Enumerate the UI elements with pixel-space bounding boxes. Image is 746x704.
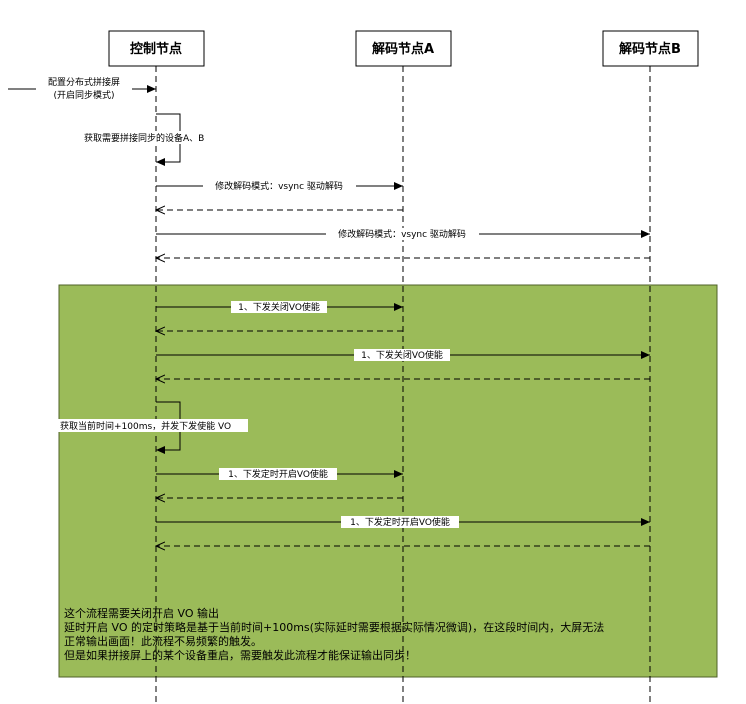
participant-decoder-b-label: 解码节点B bbox=[618, 41, 681, 57]
fragment-note: 这个流程需要关闭开启 VO 输出 延时开启 VO 的定时策略是基于当前时间+10… bbox=[64, 607, 714, 663]
sequence-diagram: 控制节点 解码节点A 解码节点B 配置分布式拼接屏 (开启同步模式) 获取需要拼… bbox=[0, 0, 746, 704]
msg-disable-vo-b-label: 1、下发关闭VO使能 bbox=[361, 349, 443, 361]
msg-modify-decode-a-label: 修改解码模式：vsync 驱动解码 bbox=[215, 180, 343, 192]
participant-decoder-a-label: 解码节点A bbox=[371, 41, 434, 57]
participant-control: 控制节点 bbox=[108, 30, 205, 67]
msg-self-get-time-label: 获取当前时间+100ms，并发下发使能 VO bbox=[60, 420, 231, 432]
participant-decoder-b: 解码节点B bbox=[602, 30, 699, 67]
msg-config-label-2: (开启同步模式) bbox=[53, 89, 114, 101]
msg-timed-enable-a-label: 1、下发定时开启VO使能 bbox=[228, 468, 328, 480]
msg-disable-vo-a-label: 1、下发关闭VO使能 bbox=[238, 301, 320, 313]
msg-self-get-devices-label: 获取需要拼接同步的设备A、B bbox=[84, 132, 204, 144]
diagram-canvas: 控制节点 解码节点A 解码节点B 配置分布式拼接屏 (开启同步模式) 获取需要拼… bbox=[8, 30, 718, 704]
note-line-2: 延时开启 VO 的定时策略是基于当前时间+100ms(实际延时需要根据实际情况微… bbox=[64, 621, 605, 634]
msg-modify-decode-b-label: 修改解码模式：vsync 驱动解码 bbox=[338, 228, 466, 240]
msg-config-label-1: 配置分布式拼接屏 bbox=[48, 76, 120, 88]
msg-timed-enable-b-label: 1、下发定时开启VO使能 bbox=[350, 516, 450, 528]
participant-decoder-a: 解码节点A bbox=[355, 30, 452, 67]
note-line-4: 但是如果拼接屏上的某个设备重启，需要触发此流程才能保证输出同步！ bbox=[64, 649, 416, 662]
note-line-3: 正常输出画面！此流程不易频繁的触发。 bbox=[64, 635, 262, 648]
participant-control-label: 控制节点 bbox=[130, 41, 182, 57]
note-line-1: 这个流程需要关闭开启 VO 输出 bbox=[64, 607, 219, 620]
